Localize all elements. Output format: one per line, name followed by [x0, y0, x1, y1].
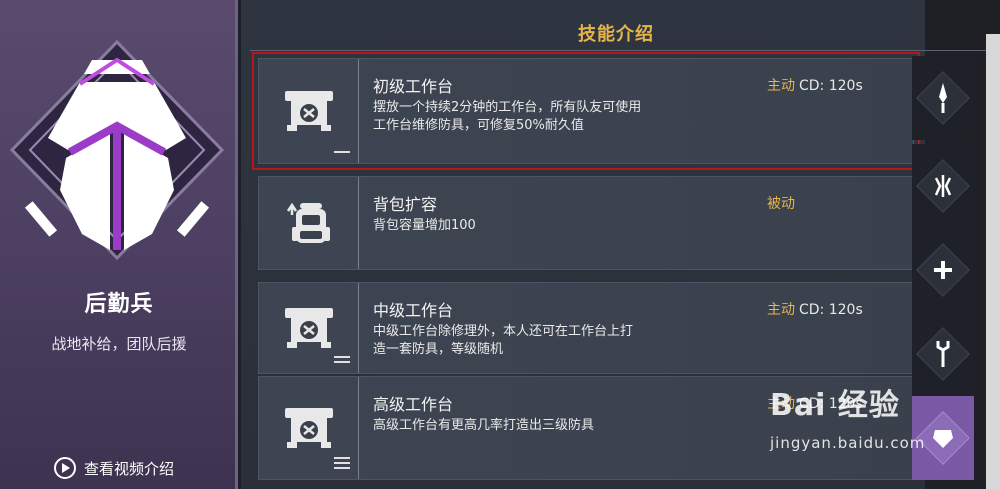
watermark-url: jingyan.baidu.com: [770, 434, 926, 452]
section-title: 技能介绍: [578, 24, 654, 45]
skill-type: 主动 CD: 120s: [767, 78, 863, 94]
class-panel: 后勤兵 战地补给，团队后援 查看视频介绍: [0, 0, 238, 489]
watch-video-label: 查看视频介绍: [84, 459, 175, 478]
skill-description: 高级工作台有更高几率打造出三级防具: [373, 418, 595, 433]
class-tab-knife[interactable]: [912, 56, 974, 140]
skill-card-backpack-upgrade[interactable]: 背包扩容 被动 背包容量增加100: [258, 176, 914, 270]
skill-cooldown: CD: 120s: [799, 302, 863, 318]
skill-icon-box: [259, 177, 359, 269]
watch-video-button[interactable]: 查看视频介绍: [54, 455, 174, 481]
skill-card-basic-workbench[interactable]: 初级工作台 主动 CD: 120s 摆放一个持续2分钟的工作台，所有队友可使用 工…: [252, 52, 920, 170]
skill-level-mark: [334, 151, 350, 153]
watermark-brand: Bai 经验: [770, 388, 900, 423]
play-icon: [54, 457, 76, 479]
workbench-icon: [284, 91, 333, 131]
plus-icon: [934, 261, 952, 279]
skill-icon-box: [259, 377, 359, 479]
skill-icon-box: [259, 283, 359, 373]
knife-icon: [939, 83, 947, 113]
skill-type: 主动 CD: 120s: [767, 302, 863, 318]
skill-level-mark: [334, 457, 350, 469]
logistics-class-emblem-icon: [10, 40, 225, 261]
class-name: 后勤兵: [84, 292, 154, 317]
skill-description: 中级工作台除修理外，本人还可在工作台上打 造一套防具，等级随机: [373, 324, 634, 357]
class-tab-medic[interactable]: [912, 228, 974, 312]
title-divider: [250, 50, 990, 51]
skill-description: 背包容量增加100: [373, 218, 476, 233]
skill-description: 摆放一个持续2分钟的工作台，所有队友可使用 工作台维修防具，可修复50%耐久值: [373, 100, 642, 133]
skill-icon-box: [259, 59, 359, 163]
class-tab-claw[interactable]: [912, 144, 974, 228]
skill-name: 高级工作台: [373, 395, 454, 414]
workbench-icon: [284, 408, 333, 448]
baidu-jingyan-watermark: Bai 经验 jingyan.baidu.com: [770, 380, 990, 480]
skill-name: 背包扩容: [373, 195, 438, 214]
skill-type: 被动: [767, 196, 795, 212]
skill-cooldown: CD: 120s: [799, 78, 863, 94]
backpack-upgrade-icon: [286, 202, 330, 243]
skill-name: 中级工作台: [373, 301, 454, 320]
skill-card-intermediate-workbench[interactable]: 中级工作台 主动 CD: 120s 中级工作台除修理外，本人还可在工作台上打 造一…: [258, 282, 914, 374]
skill-name: 初级工作台: [373, 77, 454, 96]
wrench-icon: [936, 341, 950, 367]
class-description: 战地补给，团队后援: [51, 335, 187, 353]
workbench-icon: [284, 308, 333, 348]
skill-level-mark: [334, 356, 350, 363]
claw-icon: [934, 175, 952, 197]
